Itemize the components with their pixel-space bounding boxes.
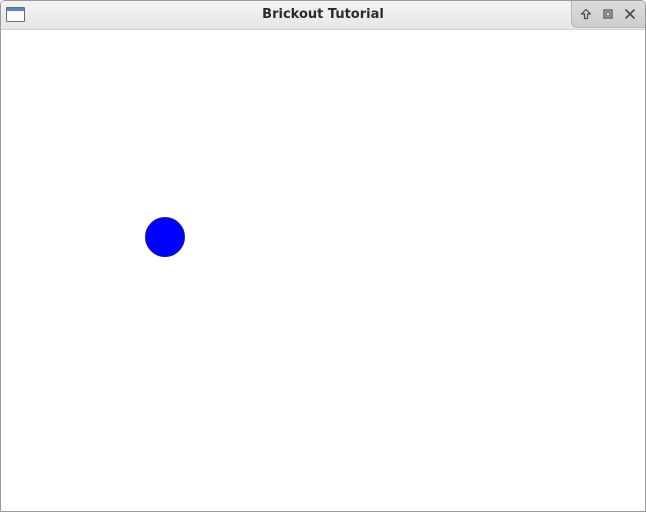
window-icon[interactable]: [6, 7, 25, 22]
window-icon-bar: [7, 8, 24, 11]
title-bar[interactable]: Brickout Tutorial: [1, 1, 645, 30]
window-title: Brickout Tutorial: [262, 7, 384, 22]
close-icon[interactable]: [622, 6, 638, 22]
ball: [145, 217, 185, 257]
window-controls: [571, 1, 645, 28]
game-canvas[interactable]: [1, 30, 645, 511]
arrow-up-icon[interactable]: [578, 6, 594, 22]
app-window: Brickout Tutorial: [0, 0, 646, 512]
maximize-icon[interactable]: [600, 6, 616, 22]
